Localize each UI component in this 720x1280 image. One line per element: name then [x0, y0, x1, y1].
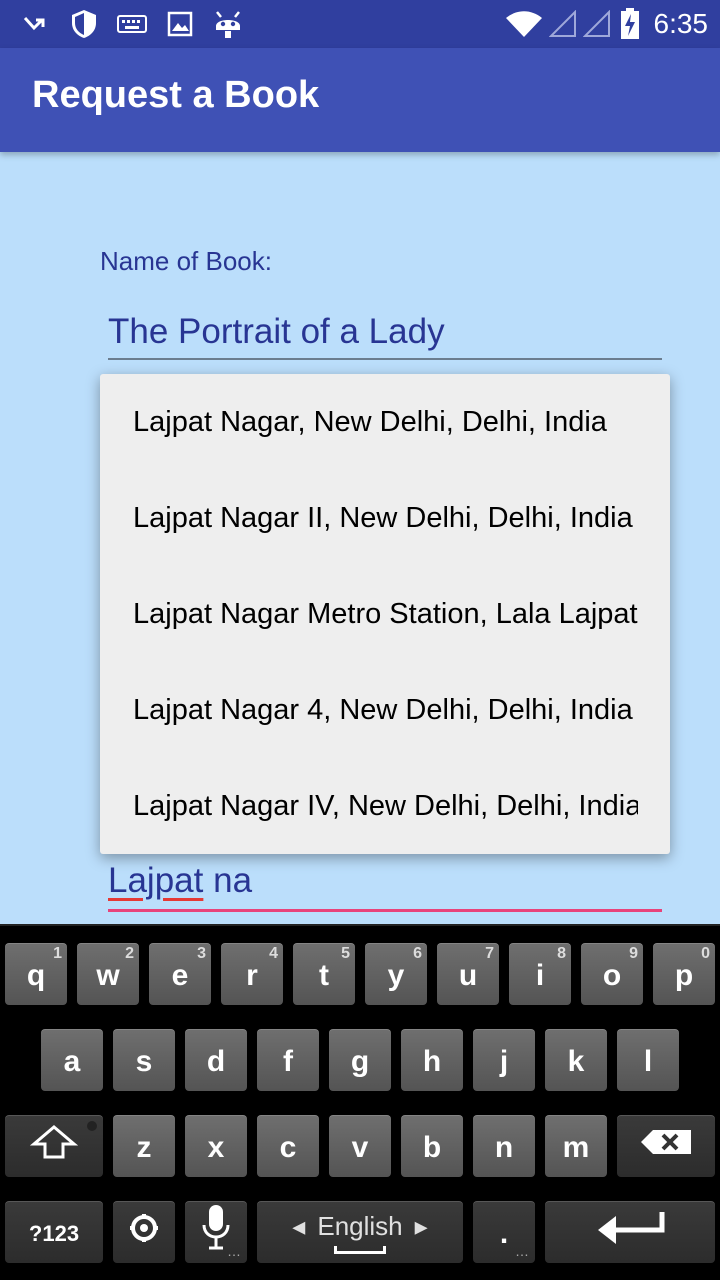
- period-key[interactable]: . …: [473, 1201, 535, 1263]
- more-dots-icon: …: [227, 1243, 241, 1259]
- app-bar: Request a Book: [0, 48, 720, 152]
- key-d[interactable]: d: [185, 1029, 247, 1091]
- status-bar: 6:35: [0, 0, 720, 48]
- suggestion-item[interactable]: Lajpat Nagar 4, New Delhi, Delhi, India: [100, 662, 670, 758]
- enter-arrow-icon: [594, 1208, 666, 1256]
- status-time: 6:35: [653, 8, 709, 39]
- key-a[interactable]: a: [41, 1029, 103, 1091]
- key-x[interactable]: x: [185, 1115, 247, 1177]
- settings-key[interactable]: [113, 1201, 175, 1263]
- enter-key[interactable]: [545, 1201, 715, 1263]
- signal-icon: [548, 8, 578, 40]
- key-l[interactable]: l: [617, 1029, 679, 1091]
- key-j[interactable]: j: [473, 1029, 535, 1091]
- soft-keyboard: 1q 2w 3e 4r 5t 6y 7u 8i 9o 0p a s d f g …: [0, 924, 720, 1280]
- caps-indicator: [87, 1121, 97, 1131]
- chevron-right-icon: ▸: [414, 1210, 428, 1241]
- settings-icon: [129, 1213, 159, 1251]
- key-v[interactable]: v: [329, 1115, 391, 1177]
- key-c[interactable]: c: [257, 1115, 319, 1177]
- suggestion-item[interactable]: Lajpat Nagar Metro Station, Lala Lajpat …: [100, 566, 670, 662]
- suggestion-item[interactable]: Lajpat Nagar II, New Delhi, Delhi, India: [100, 470, 670, 566]
- wifi-icon: [504, 8, 544, 40]
- page-title: Request a Book: [32, 74, 320, 116]
- key-o[interactable]: 9o: [581, 943, 643, 1005]
- key-y[interactable]: 6y: [365, 943, 427, 1005]
- key-q[interactable]: 1q: [5, 943, 67, 1005]
- key-z[interactable]: z: [113, 1115, 175, 1177]
- battery-charging-icon: [618, 8, 642, 40]
- key-t[interactable]: 5t: [293, 943, 355, 1005]
- chevron-left-icon: ◂: [292, 1210, 306, 1241]
- key-n[interactable]: n: [473, 1115, 535, 1177]
- signal-icon: [582, 8, 612, 40]
- key-h[interactable]: h: [401, 1029, 463, 1091]
- image-icon: [164, 8, 196, 40]
- key-u[interactable]: 7u: [437, 943, 499, 1005]
- key-w[interactable]: 2w: [77, 943, 139, 1005]
- key-m[interactable]: m: [545, 1115, 607, 1177]
- android-icon: [212, 8, 244, 40]
- key-f[interactable]: f: [257, 1029, 319, 1091]
- suggestion-item[interactable]: Lajpat Nagar IV, New Delhi, Delhi, India: [100, 758, 670, 854]
- key-i[interactable]: 8i: [509, 943, 571, 1005]
- autocomplete-dropdown: Lajpat Nagar, New Delhi, Delhi, India La…: [100, 374, 670, 854]
- backspace-icon: [639, 1127, 693, 1165]
- location-input[interactable]: Lajpat na: [108, 856, 662, 912]
- book-name-input[interactable]: [108, 306, 662, 360]
- location-input-value: Lajpat na: [108, 861, 253, 900]
- key-p[interactable]: 0p: [653, 943, 715, 1005]
- key-s[interactable]: s: [113, 1029, 175, 1091]
- space-bar-icon: [334, 1245, 386, 1254]
- shift-icon: [29, 1124, 79, 1168]
- language-label: ◂ English ▸: [292, 1210, 428, 1241]
- shield-icon: [68, 8, 100, 40]
- keyboard-icon: [116, 8, 148, 40]
- shift-key[interactable]: [5, 1115, 103, 1177]
- key-k[interactable]: k: [545, 1029, 607, 1091]
- voice-input-key[interactable]: …: [185, 1201, 247, 1263]
- backspace-key[interactable]: [617, 1115, 715, 1177]
- key-r[interactable]: 4r: [221, 943, 283, 1005]
- more-dots-icon: …: [515, 1243, 529, 1259]
- book-name-label: Name of Book:: [100, 246, 272, 276]
- key-b[interactable]: b: [401, 1115, 463, 1177]
- space-key[interactable]: ◂ English ▸: [257, 1201, 463, 1263]
- key-e[interactable]: 3e: [149, 943, 211, 1005]
- missed-call-icon: [20, 8, 52, 40]
- symbols-key[interactable]: ?123: [5, 1201, 103, 1263]
- suggestion-item[interactable]: Lajpat Nagar, New Delhi, Delhi, India: [100, 374, 670, 470]
- key-g[interactable]: g: [329, 1029, 391, 1091]
